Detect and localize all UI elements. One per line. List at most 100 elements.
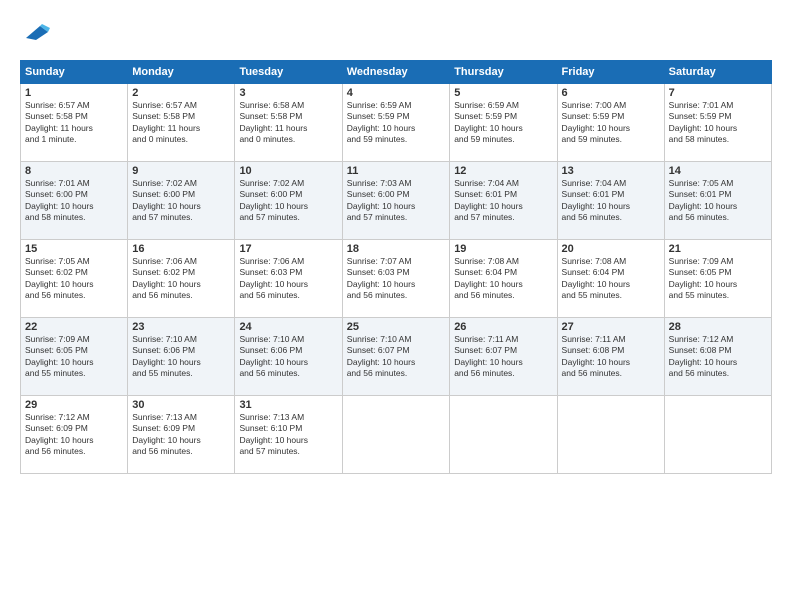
day-info: Sunrise: 7:10 AM Sunset: 6:06 PM Dayligh…	[132, 334, 230, 380]
day-number: 1	[25, 87, 123, 99]
day-info: Sunrise: 6:58 AM Sunset: 5:58 PM Dayligh…	[239, 100, 337, 146]
calendar-week-5: 29Sunrise: 7:12 AM Sunset: 6:09 PM Dayli…	[21, 396, 772, 474]
day-number: 16	[132, 243, 230, 255]
calendar-cell	[557, 396, 664, 474]
day-number: 10	[239, 165, 337, 177]
day-info: Sunrise: 6:59 AM Sunset: 5:59 PM Dayligh…	[347, 100, 445, 146]
calendar-cell: 17Sunrise: 7:06 AM Sunset: 6:03 PM Dayli…	[235, 240, 342, 318]
calendar-cell: 29Sunrise: 7:12 AM Sunset: 6:09 PM Dayli…	[21, 396, 128, 474]
calendar-cell: 3Sunrise: 6:58 AM Sunset: 5:58 PM Daylig…	[235, 84, 342, 162]
day-number: 20	[562, 243, 660, 255]
calendar-cell: 23Sunrise: 7:10 AM Sunset: 6:06 PM Dayli…	[128, 318, 235, 396]
day-info: Sunrise: 6:57 AM Sunset: 5:58 PM Dayligh…	[132, 100, 230, 146]
day-info: Sunrise: 7:09 AM Sunset: 6:05 PM Dayligh…	[669, 256, 767, 302]
day-number: 25	[347, 321, 445, 333]
day-info: Sunrise: 7:09 AM Sunset: 6:05 PM Dayligh…	[25, 334, 123, 380]
day-number: 27	[562, 321, 660, 333]
day-info: Sunrise: 7:06 AM Sunset: 6:03 PM Dayligh…	[239, 256, 337, 302]
calendar-cell: 7Sunrise: 7:01 AM Sunset: 5:59 PM Daylig…	[664, 84, 771, 162]
day-number: 13	[562, 165, 660, 177]
calendar-cell: 8Sunrise: 7:01 AM Sunset: 6:00 PM Daylig…	[21, 162, 128, 240]
calendar-cell: 12Sunrise: 7:04 AM Sunset: 6:01 PM Dayli…	[450, 162, 557, 240]
day-info: Sunrise: 7:10 AM Sunset: 6:06 PM Dayligh…	[239, 334, 337, 380]
calendar-cell: 15Sunrise: 7:05 AM Sunset: 6:02 PM Dayli…	[21, 240, 128, 318]
calendar-cell: 20Sunrise: 7:08 AM Sunset: 6:04 PM Dayli…	[557, 240, 664, 318]
day-number: 23	[132, 321, 230, 333]
day-number: 14	[669, 165, 767, 177]
day-info: Sunrise: 7:12 AM Sunset: 6:08 PM Dayligh…	[669, 334, 767, 380]
day-info: Sunrise: 7:05 AM Sunset: 6:01 PM Dayligh…	[669, 178, 767, 224]
calendar-cell	[664, 396, 771, 474]
calendar-header-thursday: Thursday	[450, 61, 557, 84]
day-info: Sunrise: 7:01 AM Sunset: 5:59 PM Dayligh…	[669, 100, 767, 146]
calendar-cell: 5Sunrise: 6:59 AM Sunset: 5:59 PM Daylig…	[450, 84, 557, 162]
calendar-header-tuesday: Tuesday	[235, 61, 342, 84]
calendar-cell: 6Sunrise: 7:00 AM Sunset: 5:59 PM Daylig…	[557, 84, 664, 162]
day-number: 21	[669, 243, 767, 255]
day-info: Sunrise: 7:04 AM Sunset: 6:01 PM Dayligh…	[454, 178, 552, 224]
day-number: 6	[562, 87, 660, 99]
day-number: 19	[454, 243, 552, 255]
calendar-cell: 19Sunrise: 7:08 AM Sunset: 6:04 PM Dayli…	[450, 240, 557, 318]
calendar-cell: 24Sunrise: 7:10 AM Sunset: 6:06 PM Dayli…	[235, 318, 342, 396]
day-number: 31	[239, 399, 337, 411]
day-info: Sunrise: 7:02 AM Sunset: 6:00 PM Dayligh…	[132, 178, 230, 224]
calendar-cell: 26Sunrise: 7:11 AM Sunset: 6:07 PM Dayli…	[450, 318, 557, 396]
day-number: 5	[454, 87, 552, 99]
day-info: Sunrise: 7:07 AM Sunset: 6:03 PM Dayligh…	[347, 256, 445, 302]
day-info: Sunrise: 7:12 AM Sunset: 6:09 PM Dayligh…	[25, 412, 123, 458]
calendar-body: 1Sunrise: 6:57 AM Sunset: 5:58 PM Daylig…	[21, 84, 772, 474]
calendar: SundayMondayTuesdayWednesdayThursdayFrid…	[20, 60, 772, 474]
day-info: Sunrise: 6:57 AM Sunset: 5:58 PM Dayligh…	[25, 100, 123, 146]
calendar-cell: 2Sunrise: 6:57 AM Sunset: 5:58 PM Daylig…	[128, 84, 235, 162]
day-number: 18	[347, 243, 445, 255]
day-info: Sunrise: 7:11 AM Sunset: 6:08 PM Dayligh…	[562, 334, 660, 380]
calendar-week-1: 1Sunrise: 6:57 AM Sunset: 5:58 PM Daylig…	[21, 84, 772, 162]
day-number: 7	[669, 87, 767, 99]
day-info: Sunrise: 7:10 AM Sunset: 6:07 PM Dayligh…	[347, 334, 445, 380]
calendar-header-wednesday: Wednesday	[342, 61, 449, 84]
calendar-cell: 9Sunrise: 7:02 AM Sunset: 6:00 PM Daylig…	[128, 162, 235, 240]
calendar-header-sunday: Sunday	[21, 61, 128, 84]
calendar-cell: 30Sunrise: 7:13 AM Sunset: 6:09 PM Dayli…	[128, 396, 235, 474]
day-info: Sunrise: 7:00 AM Sunset: 5:59 PM Dayligh…	[562, 100, 660, 146]
day-info: Sunrise: 7:04 AM Sunset: 6:01 PM Dayligh…	[562, 178, 660, 224]
day-number: 11	[347, 165, 445, 177]
day-number: 28	[669, 321, 767, 333]
calendar-week-4: 22Sunrise: 7:09 AM Sunset: 6:05 PM Dayli…	[21, 318, 772, 396]
day-info: Sunrise: 7:13 AM Sunset: 6:09 PM Dayligh…	[132, 412, 230, 458]
logo-bird-icon	[20, 18, 52, 50]
calendar-cell: 25Sunrise: 7:10 AM Sunset: 6:07 PM Dayli…	[342, 318, 449, 396]
day-number: 17	[239, 243, 337, 255]
day-info: Sunrise: 7:01 AM Sunset: 6:00 PM Dayligh…	[25, 178, 123, 224]
calendar-cell: 18Sunrise: 7:07 AM Sunset: 6:03 PM Dayli…	[342, 240, 449, 318]
day-info: Sunrise: 7:11 AM Sunset: 6:07 PM Dayligh…	[454, 334, 552, 380]
calendar-cell: 31Sunrise: 7:13 AM Sunset: 6:10 PM Dayli…	[235, 396, 342, 474]
calendar-cell: 4Sunrise: 6:59 AM Sunset: 5:59 PM Daylig…	[342, 84, 449, 162]
day-number: 24	[239, 321, 337, 333]
calendar-cell: 28Sunrise: 7:12 AM Sunset: 6:08 PM Dayli…	[664, 318, 771, 396]
calendar-cell: 14Sunrise: 7:05 AM Sunset: 6:01 PM Dayli…	[664, 162, 771, 240]
day-number: 30	[132, 399, 230, 411]
calendar-week-3: 15Sunrise: 7:05 AM Sunset: 6:02 PM Dayli…	[21, 240, 772, 318]
day-info: Sunrise: 6:59 AM Sunset: 5:59 PM Dayligh…	[454, 100, 552, 146]
calendar-cell: 21Sunrise: 7:09 AM Sunset: 6:05 PM Dayli…	[664, 240, 771, 318]
day-number: 3	[239, 87, 337, 99]
calendar-cell: 1Sunrise: 6:57 AM Sunset: 5:58 PM Daylig…	[21, 84, 128, 162]
day-number: 12	[454, 165, 552, 177]
day-info: Sunrise: 7:02 AM Sunset: 6:00 PM Dayligh…	[239, 178, 337, 224]
calendar-cell: 10Sunrise: 7:02 AM Sunset: 6:00 PM Dayli…	[235, 162, 342, 240]
calendar-header-friday: Friday	[557, 61, 664, 84]
calendar-header-saturday: Saturday	[664, 61, 771, 84]
day-info: Sunrise: 7:08 AM Sunset: 6:04 PM Dayligh…	[454, 256, 552, 302]
calendar-cell	[342, 396, 449, 474]
calendar-header-row: SundayMondayTuesdayWednesdayThursdayFrid…	[21, 61, 772, 84]
calendar-header-monday: Monday	[128, 61, 235, 84]
calendar-cell: 13Sunrise: 7:04 AM Sunset: 6:01 PM Dayli…	[557, 162, 664, 240]
day-number: 15	[25, 243, 123, 255]
day-number: 22	[25, 321, 123, 333]
calendar-cell: 16Sunrise: 7:06 AM Sunset: 6:02 PM Dayli…	[128, 240, 235, 318]
calendar-cell	[450, 396, 557, 474]
day-info: Sunrise: 7:13 AM Sunset: 6:10 PM Dayligh…	[239, 412, 337, 458]
day-info: Sunrise: 7:08 AM Sunset: 6:04 PM Dayligh…	[562, 256, 660, 302]
